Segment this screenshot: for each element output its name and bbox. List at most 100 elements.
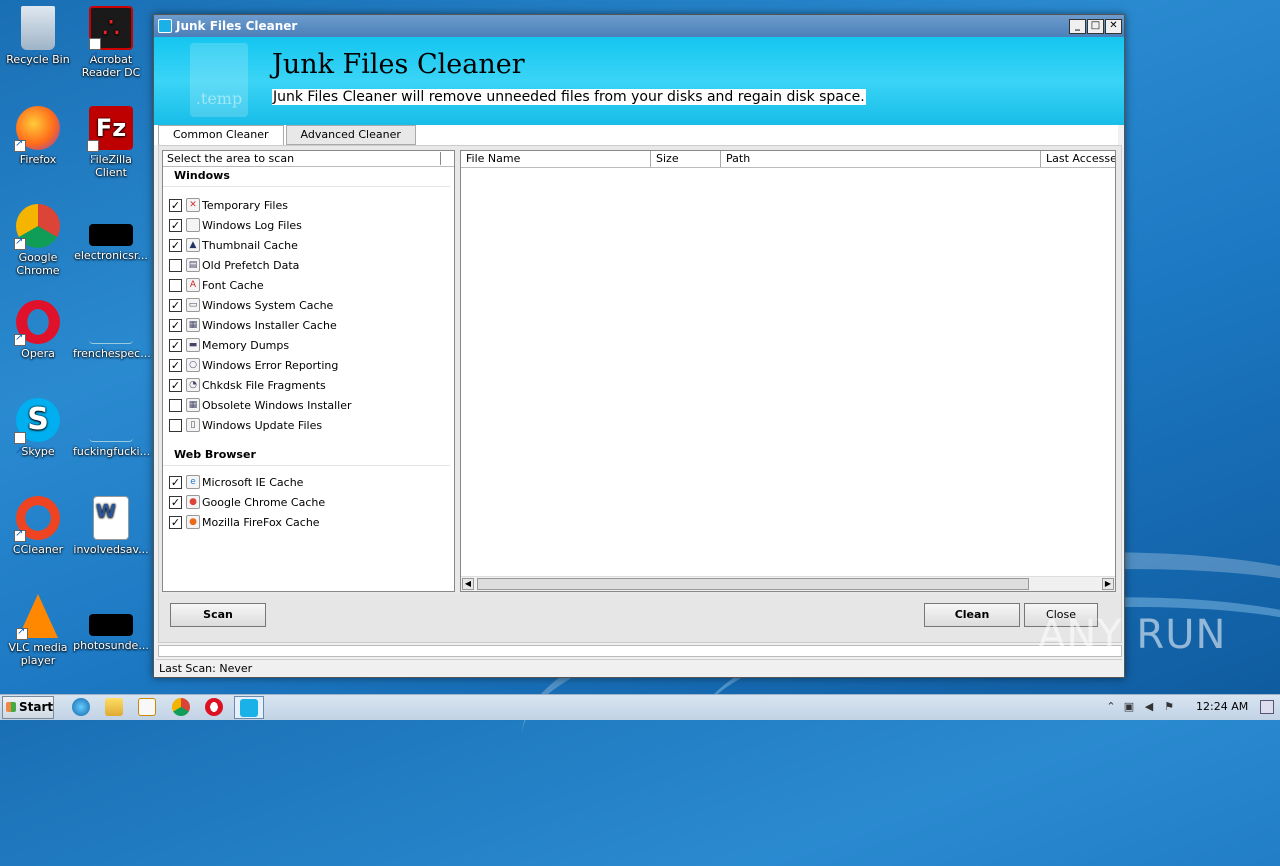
scan-area-item-label: Windows Installer Cache [202,318,337,332]
explorer-taskbar-icon[interactable] [105,698,123,716]
word-document-icon: W [93,496,129,540]
system-tray: ⌃ ▣ ◀ ⚑ 12:24 AM [1100,695,1280,720]
opera-taskbar-icon[interactable] [205,698,223,716]
chrome-icon [14,204,60,250]
error-report-icon: ○ [186,358,200,372]
scan-area-item-label: Thumbnail Cache [202,238,298,252]
show-desktop-icon[interactable] [1260,700,1274,714]
checkbox-checked[interactable]: ✓ [169,338,182,352]
log-file-icon [186,218,200,232]
scan-area-item[interactable]: ✓ ▬ Memory Dumps [163,335,454,355]
junk-cleaner-taskbar-button[interactable] [234,696,264,719]
anyrun-watermark: ANY RUN [1038,612,1227,658]
scan-area-item[interactable]: ✓ ▲ Thumbnail Cache [163,235,454,255]
desktop-icon-frenchespec[interactable]: frenchespec... [73,300,151,360]
header-banner: .temp Junk Files Cleaner Junk Files Clea… [154,37,1124,125]
network-icon[interactable]: ▣ [1122,700,1136,714]
scan-area-item[interactable]: ✓ ● Mozilla FireFox Cache [163,512,454,532]
checkbox-unchecked[interactable] [169,278,182,292]
desktop-icon-involvedsav[interactable]: W involvedsav... [73,496,149,556]
tab-advanced-cleaner[interactable]: Advanced Cleaner [285,125,416,145]
minimize-button[interactable]: _ [1069,18,1086,34]
checkbox-checked[interactable]: ✓ [169,515,182,529]
scan-area-item-label: Microsoft IE Cache [202,475,304,489]
scan-area-header[interactable]: Select the area to scan [163,151,454,167]
scroll-left-arrow-icon[interactable]: ◀ [462,578,474,590]
desktop-icon-electronicsr[interactable]: electronicsr... [73,204,149,262]
desktop-icon-chrome[interactable]: Google Chrome [0,204,76,277]
ie-taskbar-icon[interactable] [72,698,90,716]
scan-area-item[interactable]: ✓ ○ Windows Error Reporting [163,355,454,375]
column-path[interactable]: Path [721,151,1041,167]
scan-area-item[interactable]: ✓ ✕ Temporary Files [163,195,454,215]
tab-common-cleaner[interactable]: Common Cleaner [158,125,284,146]
desktop-icon-fuckingfucki[interactable]: fuckingfucki... [73,398,150,458]
prefetch-icon: ▤ [186,258,200,272]
desktop-icon-firefox[interactable]: Firefox [0,106,76,166]
scan-progress-bar [158,645,1122,657]
maximize-button[interactable]: □ [1087,18,1104,34]
desktop-icon-recycle-bin[interactable]: Recycle Bin [0,6,76,66]
desktop-icon-photosunde[interactable]: photosunde... [73,594,149,652]
scan-area-item[interactable]: ✓ ▭ Windows System Cache [163,295,454,315]
checkbox-checked[interactable]: ✓ [169,495,182,509]
clean-button[interactable]: Clean [924,603,1020,627]
scan-button[interactable]: Scan [170,603,266,627]
scan-area-item[interactable]: ✓ e Microsoft IE Cache [163,472,454,492]
scan-area-item[interactable]: ▦ Obsolete Windows Installer [163,395,454,415]
checkbox-checked[interactable]: ✓ [169,475,182,489]
clock[interactable]: 12:24 AM [1196,700,1248,713]
checkbox-unchecked[interactable] [169,398,182,412]
checkbox-unchecked[interactable] [169,258,182,272]
group-title: Web Browser [163,446,450,466]
checkbox-checked[interactable]: ✓ [169,298,182,312]
scan-area-item[interactable]: ✓ ● Google Chrome Cache [163,492,454,512]
opera-icon [14,300,60,346]
file-thumbnail-icon [89,224,133,246]
chkdsk-icon: ◔ [186,378,200,392]
scan-area-item[interactable]: ▤ Old Prefetch Data [163,255,454,275]
desktop-icon-filezilla[interactable]: Fz FileZilla Client [73,106,149,182]
checkbox-checked[interactable]: ✓ [169,198,182,212]
show-hidden-icons-icon[interactable]: ⌃ [1104,700,1118,714]
chrome-taskbar-icon[interactable] [172,698,190,716]
desktop-icon-vlc[interactable]: VLC media player [0,594,76,667]
desktop-icon-skype[interactable]: S Skype [0,398,76,474]
window-titlebar[interactable]: Junk Files Cleaner _ □ ✕ [154,15,1124,37]
scan-area-item[interactable]: ✓ ▦ Windows Installer Cache [163,315,454,335]
start-button[interactable]: Start [2,696,54,719]
scan-area-item-label: Windows Error Reporting [202,358,339,372]
scan-area-item[interactable]: ✓ ◔ Chkdsk File Fragments [163,375,454,395]
column-size[interactable]: Size [651,151,721,167]
media-player-taskbar-icon[interactable] [138,698,156,716]
close-window-button[interactable]: ✕ [1105,18,1122,34]
scan-area-item-label: Old Prefetch Data [202,258,300,272]
action-center-flag-icon[interactable]: ⚑ [1162,700,1176,714]
desktop-icon-ccleaner[interactable]: CCleaner [0,496,76,556]
checkbox-checked[interactable]: ✓ [169,238,182,252]
junk-cleaner-taskbar-icon [240,699,258,717]
file-thumbnail-icon [89,614,133,636]
column-last-accessed[interactable]: Last Accessed [1041,151,1115,167]
checkbox-checked[interactable]: ✓ [169,218,182,232]
scan-area-item-label: Windows Update Files [202,418,323,432]
volume-icon[interactable]: ◀ [1142,700,1156,714]
horizontal-scrollbar[interactable]: ◀ ▶ [461,576,1115,591]
scan-area-item[interactable]: ✓ Windows Log Files [163,215,454,235]
scan-area-item-label: Mozilla FireFox Cache [202,515,320,529]
column-file-name[interactable]: File Name [461,151,651,167]
scan-area-item[interactable]: ▯ Windows Update Files [163,415,454,435]
checkbox-checked[interactable]: ✓ [169,358,182,372]
desktop-icon-acrobat[interactable]: ∴ Acrobat Reader DC [73,6,149,79]
font-icon: A [186,278,200,292]
scan-area-item[interactable]: A Font Cache [163,275,454,295]
checkbox-checked[interactable]: ✓ [169,318,182,332]
checkbox-checked[interactable]: ✓ [169,378,182,392]
checkbox-unchecked[interactable] [169,418,182,432]
firefox-icon: ● [186,515,200,529]
file-thumbnail-icon [89,300,133,344]
system-cache-icon: ▭ [186,298,200,312]
scrollbar-thumb[interactable] [477,578,1029,590]
desktop-icon-opera[interactable]: Opera [0,300,76,360]
scroll-right-arrow-icon[interactable]: ▶ [1102,578,1114,590]
